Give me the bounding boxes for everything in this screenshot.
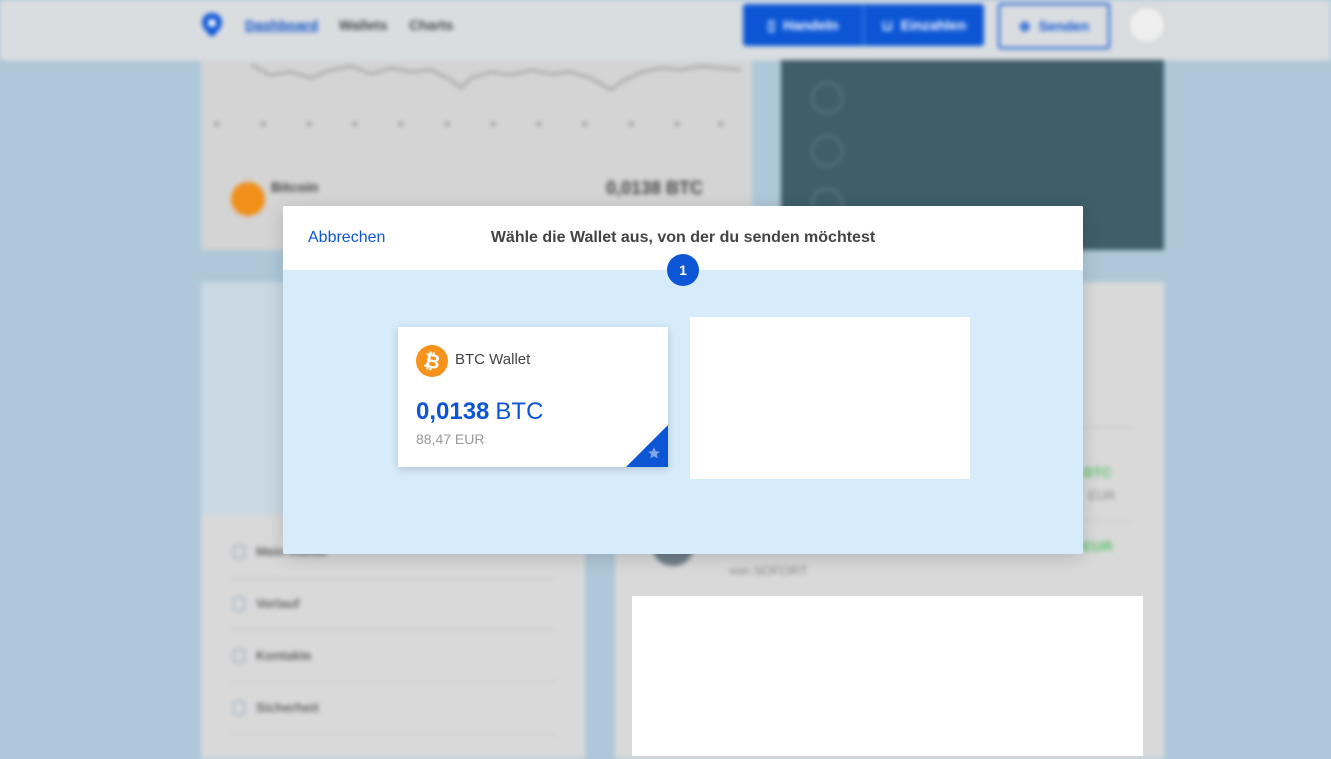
security-icon — [233, 701, 245, 715]
transaction-amount: BTC — [1083, 464, 1112, 480]
wallet-balance-unit: BTC — [495, 398, 544, 425]
sidebar-item-history[interactable]: Verlauf — [256, 596, 299, 611]
chart-tick — [215, 122, 219, 126]
divider — [231, 578, 556, 579]
send-icon: ⊕ — [1018, 17, 1031, 34]
bitcoin-icon: ₿ — [416, 345, 448, 377]
chart-tick — [491, 122, 495, 126]
contacts-icon — [233, 649, 245, 663]
chart-tick — [675, 122, 679, 126]
divider — [231, 629, 556, 630]
wallet-balance: 0,0138 BTC — [416, 398, 543, 426]
asset-balance: 0,0138 BTC — [606, 178, 704, 198]
trade-button[interactable]: ▯ Handeln — [743, 17, 863, 34]
modal-title: Wähle die Wallet aus, von der du senden … — [490, 229, 876, 246]
select-wallet-modal: Abbrechen Wähle die Wallet aus, von der … — [283, 206, 1083, 554]
account-icon — [233, 545, 245, 559]
wallet-fiat-value: 88,47 EUR — [416, 431, 485, 447]
divider — [231, 734, 556, 735]
chart-tick — [261, 122, 265, 126]
divider — [231, 681, 556, 682]
transaction-source: von SOFORT — [729, 563, 808, 578]
transaction-fiat: EUR — [1088, 488, 1116, 503]
send-button-label: Senden — [1038, 18, 1090, 34]
trade-button-label: Handeln — [783, 17, 839, 33]
trade-icon: ▯ — [767, 16, 776, 33]
logo-icon — [202, 13, 222, 37]
top-navigation-bar: Dashboard Wallets Charts ▯ Handeln ⊔ Ein… — [0, 0, 1331, 61]
wallet-name: BTC Wallet — [455, 351, 531, 368]
nav-wallets[interactable]: Wallets — [339, 17, 388, 33]
wallet-balance-amount: 0,0138 — [416, 398, 490, 425]
chart-tick — [307, 122, 311, 126]
chart-tick — [719, 122, 723, 126]
chart-tick — [583, 122, 587, 126]
nav-charts[interactable]: Charts — [409, 17, 453, 33]
bitcoin-icon — [231, 182, 265, 216]
btc-wallet-card[interactable]: ₿ BTC Wallet 0,0138 BTC 88,47 EUR — [398, 327, 668, 467]
asset-name: Bitcoin — [271, 179, 319, 195]
favorite-corner — [626, 425, 668, 467]
sidebar-item-contacts[interactable]: Kontakte — [256, 648, 312, 663]
trade-deposit-buttons: ▯ Handeln ⊔ Einzahlen — [743, 4, 984, 46]
chart-tick — [537, 122, 541, 126]
currency-icon — [811, 82, 843, 114]
chart-tick — [353, 122, 357, 126]
send-button[interactable]: ⊕ Senden — [998, 3, 1110, 49]
deposit-icon: ⊔ — [881, 16, 893, 33]
sidebar-item-security[interactable]: Sicherheit — [256, 700, 319, 715]
avatar[interactable] — [1128, 6, 1166, 44]
chart-tick — [629, 122, 633, 126]
step-badge: 1 — [667, 254, 699, 286]
placeholder-panel — [632, 596, 1143, 756]
nav-dashboard[interactable]: Dashboard — [245, 17, 318, 33]
currency-icon — [811, 135, 843, 167]
history-icon — [233, 597, 245, 611]
deposit-button[interactable]: ⊔ Einzahlen — [863, 4, 984, 46]
chart-tick — [399, 122, 403, 126]
transaction-amount: EUR — [1083, 538, 1113, 554]
empty-wallet-slot — [690, 317, 970, 479]
price-line — [250, 64, 742, 92]
deposit-button-label: Einzahlen — [900, 17, 967, 33]
chart-tick — [445, 122, 449, 126]
